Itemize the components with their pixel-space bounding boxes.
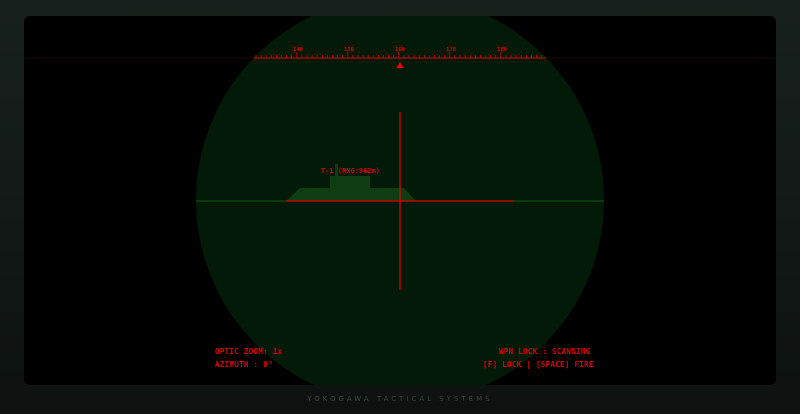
weapon-lock-status: WPN LOCK : SCANNING [499,347,591,356]
compass-label: 180 [497,47,507,53]
compass-label: 150 [344,47,354,53]
compass-label: 170 [446,47,456,53]
brand-footer: YOKOGAWA TACTICAL SYSTEMS [307,395,493,403]
scope-svg: T-1 (RNG:962m) 140 150 160 170 180 [24,16,776,385]
device-bezel: T-1 (RNG:962m) 140 150 160 170 180 OPTIC ZOO… [0,0,800,414]
zoom-readout: OPTIC ZOOM: 1x [215,347,283,356]
optic-viewport[interactable]: T-1 (RNG:962m) 140 150 160 170 180 OPTIC ZOO… [24,16,776,385]
compass-label: 140 [293,47,303,53]
compass-label: 160 [395,47,405,53]
azimuth-readout: AZIMUTH : 0° [215,360,273,369]
controls-hint: [F] LOCK | [SPACE] FIRE [483,360,594,369]
target-label: T-1 (RNG:962m) [321,167,380,175]
